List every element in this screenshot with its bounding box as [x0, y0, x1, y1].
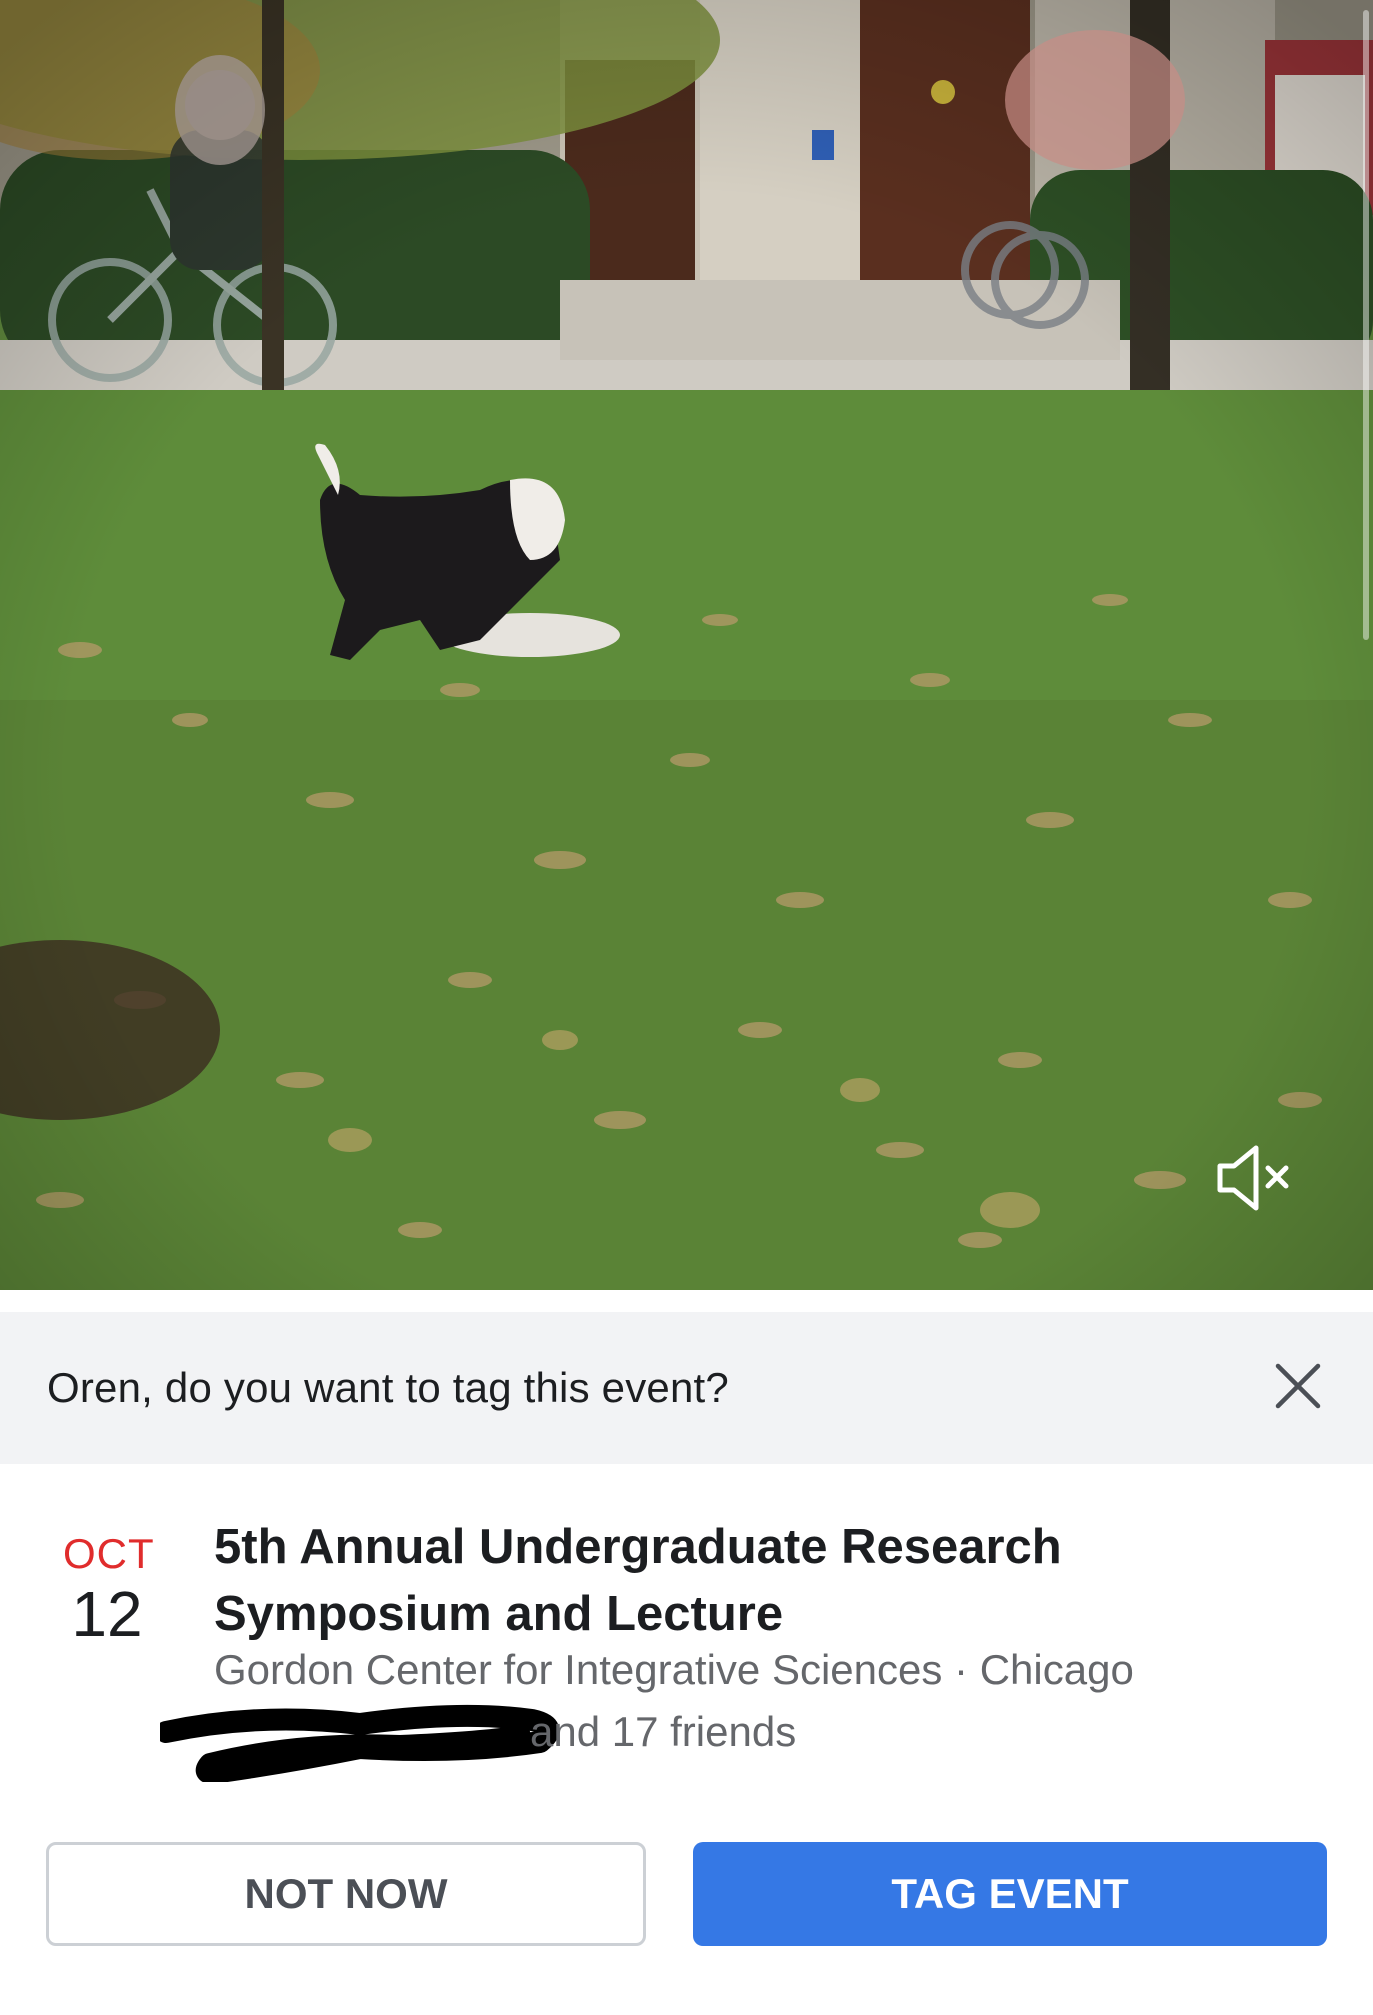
tag-prompt-bar: Oren, do you want to tag this event? — [0, 1312, 1373, 1464]
video-scrollbar — [1363, 10, 1369, 640]
separator — [0, 1290, 1373, 1312]
event-card[interactable]: OCT 12 5th Annual Undergraduate Research… — [0, 1464, 1373, 1824]
event-title[interactable]: 5th Annual Undergraduate Research Sympos… — [214, 1514, 1314, 1648]
event-date-day: 12 — [71, 1578, 143, 1650]
event-date-month: OCT — [63, 1530, 155, 1577]
mute-toggle-button[interactable] — [1212, 1138, 1302, 1218]
not-now-button[interactable]: NOT NOW — [46, 1842, 646, 1946]
event-friends-count: and 17 friends — [530, 1708, 797, 1755]
close-button[interactable] — [1268, 1356, 1328, 1416]
prompt-question: Oren, do you want to tag this event? — [47, 1364, 729, 1411]
video-frame — [0, 0, 1373, 1290]
redaction-scribble — [160, 1704, 560, 1782]
tag-event-button[interactable]: TAG EVENT — [693, 1842, 1327, 1946]
speaker-muted-icon — [1217, 1145, 1289, 1211]
close-icon — [1275, 1363, 1321, 1409]
event-location: Gordon Center for Integrative Sciences ·… — [214, 1646, 1134, 1693]
event-video[interactable] — [0, 0, 1373, 1290]
